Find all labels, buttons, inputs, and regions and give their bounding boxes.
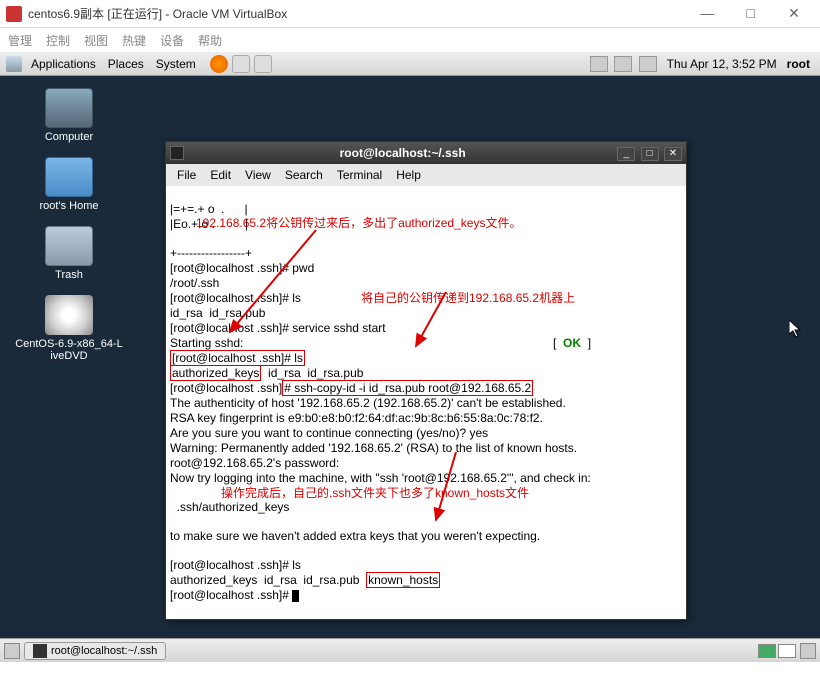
terminal-cursor xyxy=(292,590,299,602)
panel-launcher-icon[interactable] xyxy=(254,55,272,73)
terminal-maximize-button[interactable]: □ xyxy=(641,147,659,161)
system-tray xyxy=(587,56,657,72)
vb-menu-item[interactable]: 控制 xyxy=(46,32,70,49)
terminal-icon xyxy=(33,644,47,658)
battery-icon[interactable] xyxy=(639,56,657,72)
icon-label: CentOS-6.9-x86_64-LiveDVD xyxy=(14,338,124,362)
vb-menu-item[interactable]: 热键 xyxy=(122,32,146,49)
gnome-foot-icon xyxy=(6,56,22,72)
vb-close-button[interactable]: ✕ xyxy=(774,5,814,22)
network-icon[interactable] xyxy=(614,56,632,72)
virtualbox-titlebar: centos6.9副本 [正在运行] - Oracle VM VirtualBo… xyxy=(0,0,820,28)
terminal-window: root@localhost:~/.ssh _ □ ✕ File Edit Vi… xyxy=(165,141,687,620)
places-menu[interactable]: Places xyxy=(102,57,150,71)
icon-label: root's Home xyxy=(40,200,99,212)
vb-minimize-button[interactable]: — xyxy=(687,5,727,21)
icon-label: Computer xyxy=(45,131,93,143)
highlighted-command: # ssh-copy-id -i id_rsa.pub root@192.168… xyxy=(282,380,533,396)
vb-menu-item[interactable]: 帮助 xyxy=(198,32,222,49)
show-desktop-icon[interactable] xyxy=(4,643,20,659)
vb-menu-item[interactable]: 视图 xyxy=(84,32,108,49)
annotation-text: 操作完成后，自己的.ssh文件夹下也多了known_hosts文件 xyxy=(221,486,529,500)
applications-menu[interactable]: Applications xyxy=(25,57,102,71)
livedvd-icon[interactable]: CentOS-6.9-x86_64-LiveDVD xyxy=(14,295,124,362)
terminal-menu-view[interactable]: View xyxy=(240,168,276,182)
home-folder-icon[interactable]: root's Home xyxy=(14,157,124,212)
vb-menu-item[interactable]: 设备 xyxy=(160,32,184,49)
gnome-top-panel: Applications Places System Thu Apr 12, 3… xyxy=(0,52,820,76)
mouse-cursor xyxy=(789,320,803,343)
terminal-menu-edit[interactable]: Edit xyxy=(205,168,236,182)
user-menu[interactable]: root xyxy=(787,57,810,71)
system-menu[interactable]: System xyxy=(150,57,202,71)
terminal-menubar[interactable]: File Edit View Search Terminal Help xyxy=(166,164,686,186)
terminal-title: root@localhost:~/.ssh xyxy=(190,146,615,160)
taskbar-button[interactable]: root@localhost:~/.ssh xyxy=(24,642,166,660)
icon-label: Trash xyxy=(55,269,83,281)
terminal-menu-file[interactable]: File xyxy=(172,168,201,182)
trash-icon[interactable]: Trash xyxy=(14,226,124,281)
gnome-bottom-panel: root@localhost:~/.ssh xyxy=(0,638,820,662)
computer-icon[interactable]: Computer xyxy=(14,88,124,143)
annotation-text: 192.168.65.2将公钥传过来后，多出了authorized_keys文件… xyxy=(196,216,521,230)
virtualbox-title: centos6.9副本 [正在运行] - Oracle VM VirtualBo… xyxy=(28,5,687,22)
terminal-menu-search[interactable]: Search xyxy=(280,168,328,182)
terminal-menu-terminal[interactable]: Terminal xyxy=(332,168,387,182)
workspace-switcher[interactable] xyxy=(758,644,776,658)
highlighted-file: known_hosts xyxy=(366,572,440,588)
terminal-menu-help[interactable]: Help xyxy=(391,168,426,182)
vb-maximize-button[interactable]: □ xyxy=(731,5,771,21)
firefox-icon[interactable] xyxy=(210,55,228,73)
terminal-minimize-button[interactable]: _ xyxy=(617,147,635,161)
highlighted-file: authorized_keys xyxy=(170,365,261,381)
terminal-titlebar[interactable]: root@localhost:~/.ssh _ □ ✕ xyxy=(166,142,686,164)
terminal-icon xyxy=(170,146,184,160)
vb-menu-item[interactable]: 管理 xyxy=(8,32,32,49)
desktop-icons: Computer root's Home Trash CentOS-6.9-x8… xyxy=(14,88,124,376)
terminal-body[interactable]: |=+=.+ o . | |Eo.+.o . | 192.168.65.2将公钥… xyxy=(166,186,686,619)
virtualbox-menubar[interactable]: 管理 控制 视图 热键 设备 帮助 xyxy=(0,28,820,52)
highlighted-prompt: [root@localhost .ssh]# ls xyxy=(170,350,305,366)
virtualbox-icon xyxy=(6,6,22,22)
clock[interactable]: Thu Apr 12, 3:52 PM xyxy=(667,57,777,71)
annotation-text: 将自己的公钥传递到192.168.65.2机器上 xyxy=(361,291,575,305)
taskbar-label: root@localhost:~/.ssh xyxy=(51,645,157,657)
workspace-switcher[interactable] xyxy=(778,644,796,658)
volume-icon[interactable] xyxy=(590,56,608,72)
terminal-close-button[interactable]: ✕ xyxy=(664,147,682,161)
gnome-desktop: Applications Places System Thu Apr 12, 3… xyxy=(0,52,820,662)
trash-applet-icon[interactable] xyxy=(800,643,816,659)
panel-launcher-icon[interactable] xyxy=(232,55,250,73)
